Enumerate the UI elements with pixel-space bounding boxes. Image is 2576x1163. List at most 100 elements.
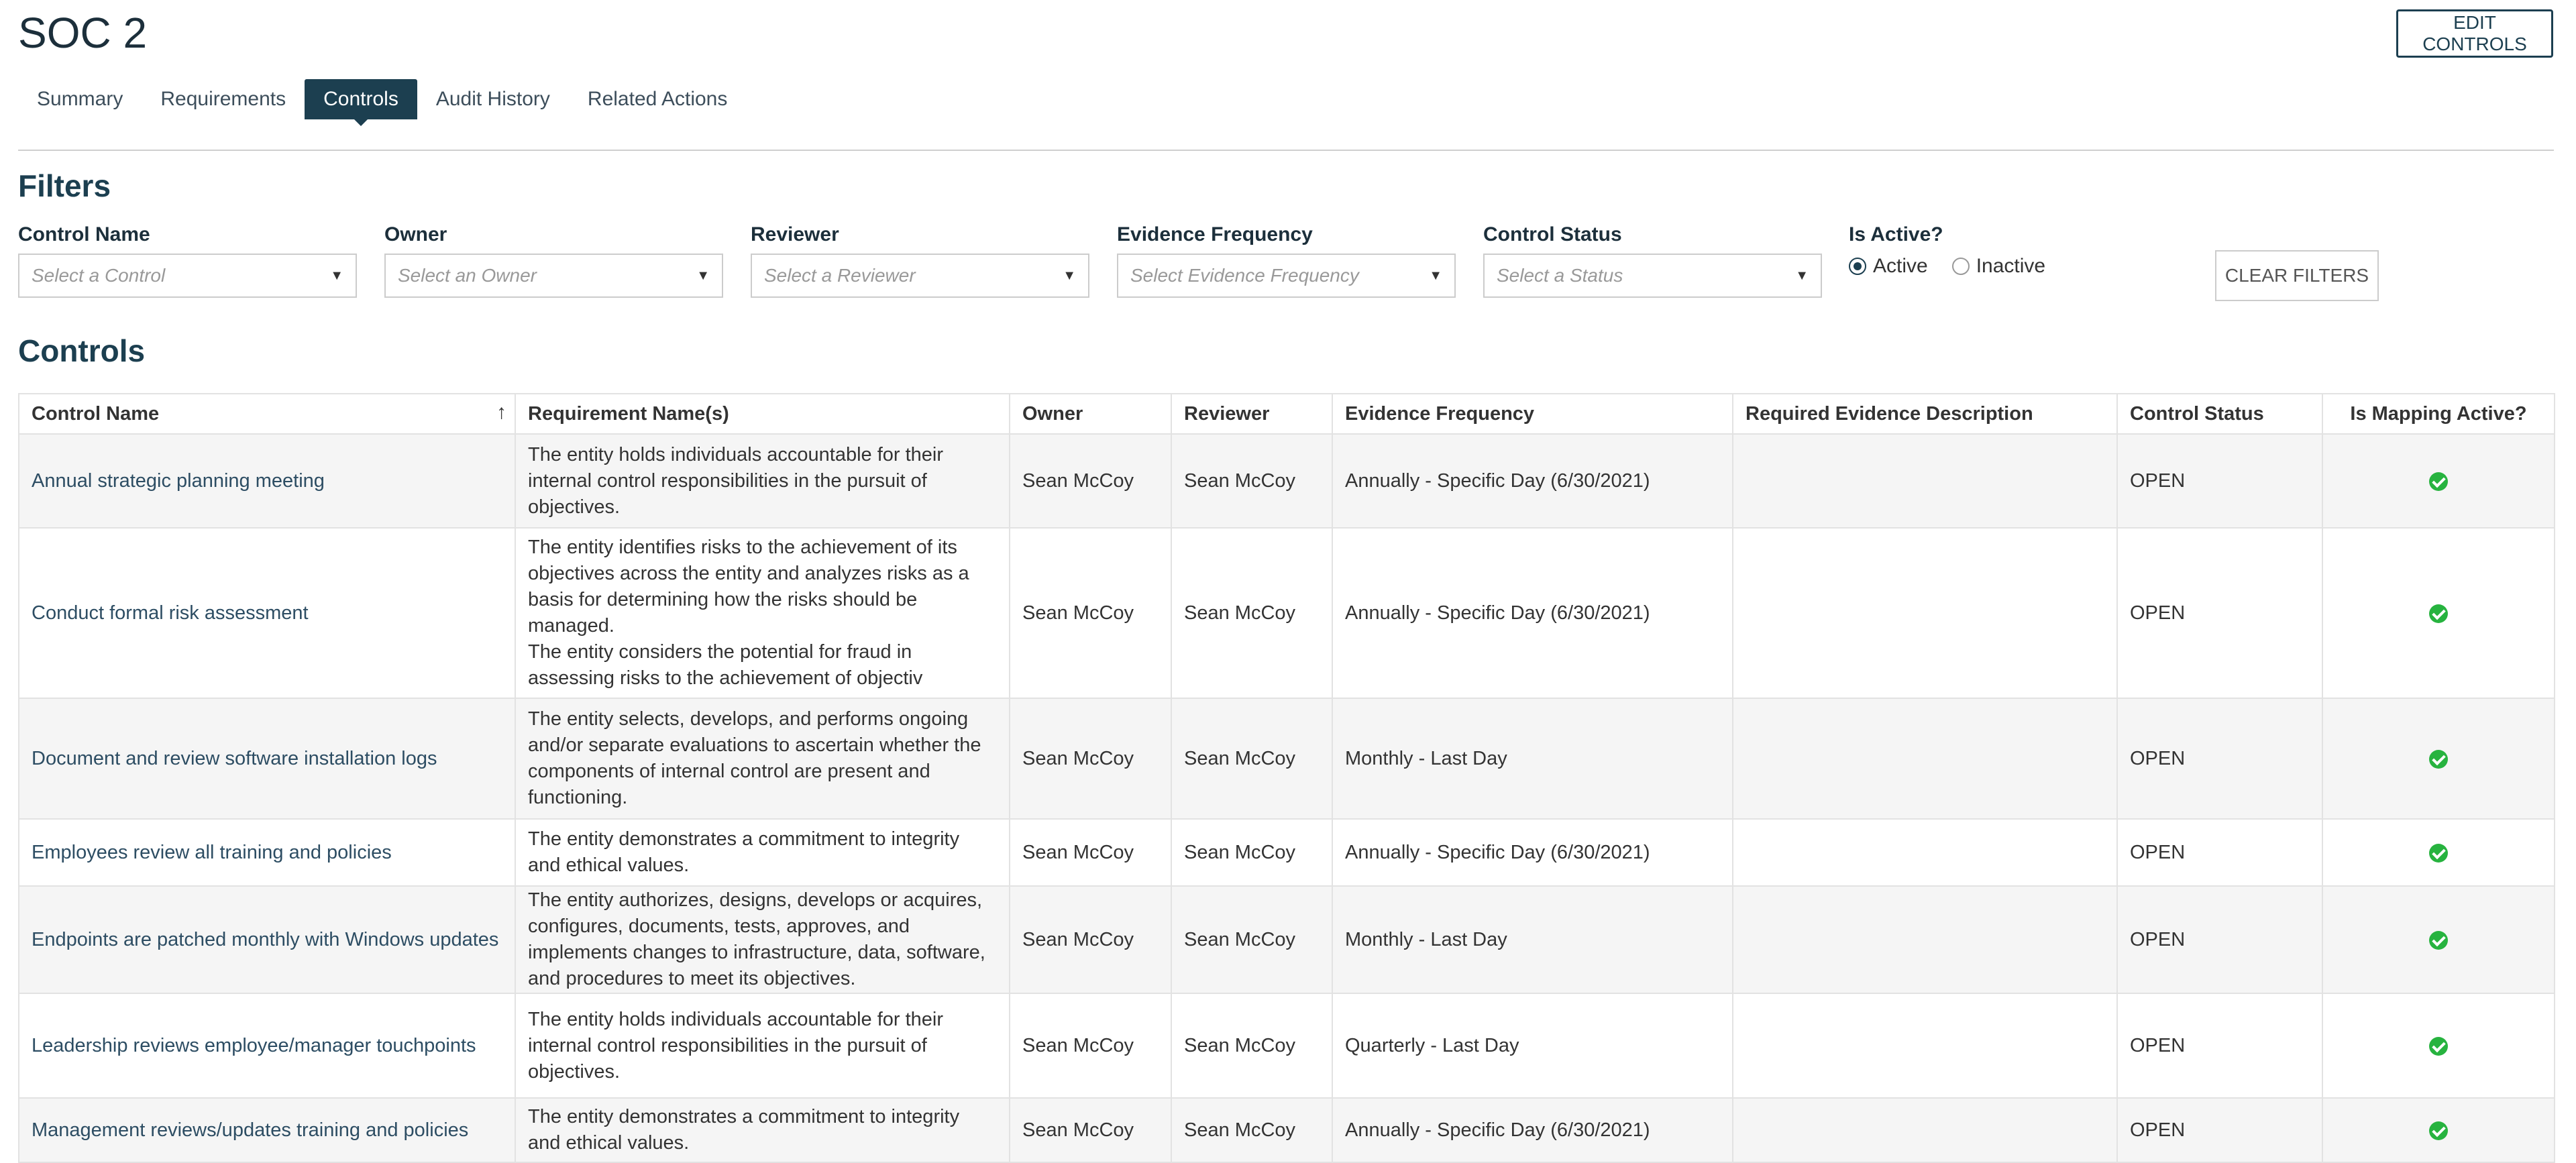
control-status-cell: OPEN [2116,433,2323,529]
tab-audit-history[interactable]: Audit History [417,79,569,119]
mapping-active-cell [2322,698,2555,820]
evidence-frequency-cell: Monthly - Last Day [1332,885,1733,994]
evidence-frequency-cell: Annually - Specific Day (6/30/2021) [1332,1097,1733,1163]
control-name-cell[interactable]: Annual strategic planning meeting [18,433,516,529]
mapping-active-cell [2322,885,2555,994]
column-header-control-status[interactable]: Control Status [2116,393,2323,435]
control-status-select[interactable]: Select a Status ▼ [1483,254,1822,298]
control-status-label: Control Status [1483,223,1622,245]
evidence-frequency-cell: Annually - Specific Day (6/30/2021) [1332,433,1733,529]
tab-requirements[interactable]: Requirements [142,79,305,119]
chevron-down-icon: ▼ [1795,268,1809,283]
owner-filter: Owner Select an Owner ▼ [384,223,723,298]
control-name-placeholder: Select a Control [32,265,166,286]
evidence-frequency-select[interactable]: Select Evidence Frequency ▼ [1117,254,1456,298]
table-row[interactable]: Management reviews/updates training and … [18,1097,2555,1163]
tab-summary[interactable]: Summary [18,79,142,119]
owner-cell: Sean McCoy [1009,885,1172,994]
column-header-mapping-active[interactable]: Is Mapping Active? [2322,393,2555,435]
column-header-evidence-frequency[interactable]: Evidence Frequency [1332,393,1733,435]
control-name-cell[interactable]: Conduct formal risk assessment [18,527,516,699]
reviewer-cell: Sean McCoy [1171,698,1333,820]
mapping-active-cell [2322,527,2555,699]
reviewer-cell: Sean McCoy [1171,885,1333,994]
table-row[interactable]: Endpoints are patched monthly with Windo… [18,885,2555,994]
requirement-cell: The entity holds individuals accountable… [515,433,1010,529]
control-name-cell[interactable]: Leadership reviews employee/manager touc… [18,993,516,1099]
table-header-row: Control Name ↑ Requirement Name(s) Owner… [18,393,2555,435]
reviewer-select[interactable]: Select a Reviewer ▼ [751,254,1089,298]
check-circle-icon [2429,472,2448,491]
reviewer-cell: Sean McCoy [1171,527,1333,699]
owner-select[interactable]: Select an Owner ▼ [384,254,723,298]
evidence-description-cell [1732,818,2118,887]
reviewer-filter: Reviewer Select a Reviewer ▼ [751,223,1089,298]
column-header-control-name[interactable]: Control Name ↑ [18,393,516,435]
evidence-frequency-filter: Evidence Frequency Select Evidence Frequ… [1117,223,1456,298]
table-row[interactable]: Conduct formal risk assessment The entity… [18,527,2555,699]
table-row[interactable]: Document and review software installatio… [18,698,2555,820]
mapping-active-cell [2322,1097,2555,1163]
clear-filters-button[interactable]: CLEAR FILTERS [2215,250,2379,301]
requirement-cell: The entity demonstrates a commitment to … [515,818,1010,887]
evidence-description-cell [1732,698,2118,820]
table-row[interactable]: Annual strategic planning meeting The ent… [18,433,2555,529]
column-header-owner[interactable]: Owner [1009,393,1172,435]
control-status-filter: Control Status Select a Status ▼ [1483,223,1822,298]
tab-related-actions[interactable]: Related Actions [569,79,746,119]
evidence-description-cell [1732,885,2118,994]
control-status-cell: OPEN [2116,818,2323,887]
check-circle-icon [2429,930,2448,950]
control-status-cell: OPEN [2116,885,2323,994]
soc2-page: SOC 2 EDIT CONTROLS Summary Requirements… [0,0,2576,1163]
check-circle-icon [2429,749,2448,769]
radio-selected-icon [1849,258,1866,275]
edit-controls-button[interactable]: EDIT CONTROLS [2396,9,2553,58]
column-header-requirements[interactable]: Requirement Name(s) [515,393,1010,435]
control-name-label: Control Name [18,223,150,245]
controls-table: Control Name ↑ Requirement Name(s) Owner… [18,393,2555,1163]
requirement-cell: The entity demonstrates a commitment to … [515,1097,1010,1163]
control-name-cell[interactable]: Endpoints are patched monthly with Windo… [18,885,516,994]
owner-label: Owner [384,223,447,245]
active-radio[interactable]: Active [1849,255,1928,278]
column-header-evidence-description[interactable]: Required Evidence Description [1732,393,2118,435]
owner-cell: Sean McCoy [1009,818,1172,887]
reviewer-cell: Sean McCoy [1171,818,1333,887]
reviewer-label: Reviewer [751,223,839,245]
column-header-reviewer[interactable]: Reviewer [1171,393,1333,435]
filters-title: Filters [18,168,111,203]
evidence-description-cell [1732,1097,2118,1163]
page-title: SOC 2 [18,9,148,57]
inactive-radio[interactable]: Inactive [1951,255,2046,278]
owner-cell: Sean McCoy [1009,527,1172,699]
control-name-select[interactable]: Select a Control ▼ [18,254,357,298]
control-status-cell: OPEN [2116,1097,2323,1163]
control-name-cell[interactable]: Management reviews/updates training and … [18,1097,516,1163]
evidence-description-cell [1732,433,2118,529]
control-name-cell[interactable]: Document and review software installatio… [18,698,516,820]
control-status-cell: OPEN [2116,527,2323,699]
table-row[interactable]: Leadership reviews employee/manager touc… [18,993,2555,1099]
control-status-placeholder: Select a Status [1497,265,1623,286]
inactive-radio-label: Inactive [1976,255,2046,277]
reviewer-cell: Sean McCoy [1171,993,1333,1099]
mapping-active-cell [2322,433,2555,529]
tab-bar: Summary Requirements Controls Audit Hist… [18,79,746,126]
tab-controls[interactable]: Controls [305,79,417,126]
control-name-cell[interactable]: Employees review all training and polici… [18,818,516,887]
chevron-down-icon: ▼ [696,268,710,283]
sort-ascending-icon[interactable]: ↑ [496,401,506,424]
evidence-frequency-placeholder: Select Evidence Frequency [1130,265,1359,286]
chevron-down-icon: ▼ [1429,268,1442,283]
requirement-cell: The entity selects, develops, and perfor… [515,698,1010,820]
evidence-frequency-cell: Annually - Specific Day (6/30/2021) [1332,818,1733,887]
owner-cell: Sean McCoy [1009,698,1172,820]
check-circle-icon [2429,604,2448,623]
table-row[interactable]: Employees review all training and polici… [18,818,2555,887]
tab-divider [18,150,2554,151]
chevron-down-icon: ▼ [330,268,343,283]
evidence-frequency-label: Evidence Frequency [1117,223,1313,245]
check-circle-icon [2429,1036,2448,1056]
control-status-cell: OPEN [2116,698,2323,820]
